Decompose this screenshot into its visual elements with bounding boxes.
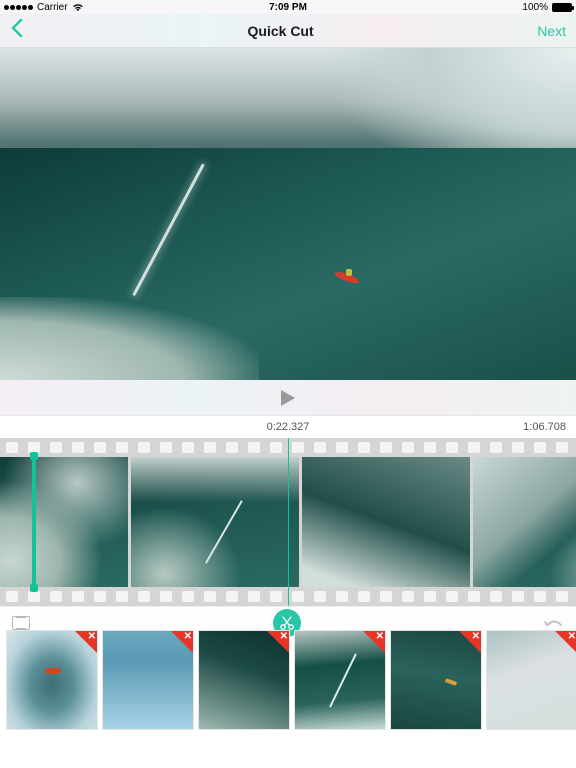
clip-thumb[interactable]: ✕ [486,630,576,730]
filmstrip[interactable] [0,438,576,606]
back-button[interactable] [10,18,24,43]
close-icon: ✕ [88,631,96,643]
scissors-icon [279,615,295,631]
status-left: Carrier [4,2,84,13]
clip-thumb[interactable]: ✕ [102,630,194,730]
clips-tray[interactable]: ✕ ✕ ✕ ✕ ✕ ✕ [0,626,576,754]
signal-dots-icon [4,5,33,10]
close-icon: ✕ [472,631,480,643]
video-preview[interactable] [0,48,576,380]
nav-bar: Quick Cut Next [0,14,576,48]
status-time: 7:09 PM [269,2,307,13]
time-row: 0:22.327 1:06.708 [0,416,576,438]
chevron-left-icon [10,18,24,38]
filmstrip-frame[interactable] [0,457,128,587]
status-bar: Carrier 7:09 PM 100% [0,0,576,14]
filmstrip-frame[interactable] [473,457,576,587]
play-button[interactable] [281,390,295,406]
filmstrip-frame[interactable] [302,457,470,587]
trim-start-handle[interactable] [32,456,36,588]
close-icon: ✕ [184,631,192,643]
clip-thumb[interactable]: ✕ [390,630,482,730]
battery-icon [552,3,572,12]
clip-thumb[interactable]: ✕ [294,630,386,730]
close-icon: ✕ [280,631,288,643]
undo-button[interactable] [544,616,564,630]
status-right: 100% [522,2,572,13]
undo-icon [544,616,564,630]
clip-thumb[interactable]: ✕ [6,630,98,730]
next-button[interactable]: Next [537,23,566,39]
playhead[interactable] [288,438,289,606]
play-bar [0,380,576,416]
carrier-label: Carrier [37,2,68,13]
wifi-icon [72,3,84,12]
time-end: 1:06.708 [523,421,566,433]
page-title: Quick Cut [248,23,314,39]
battery-pct: 100% [522,2,548,13]
close-icon: ✕ [568,631,576,643]
filmstrip-frames[interactable] [0,457,536,587]
clip-thumb[interactable]: ✕ [198,630,290,730]
filmstrip-frame[interactable] [131,457,299,587]
close-icon: ✕ [376,631,384,643]
time-current: 0:22.327 [267,421,310,433]
frame-mode-button[interactable] [12,616,30,630]
